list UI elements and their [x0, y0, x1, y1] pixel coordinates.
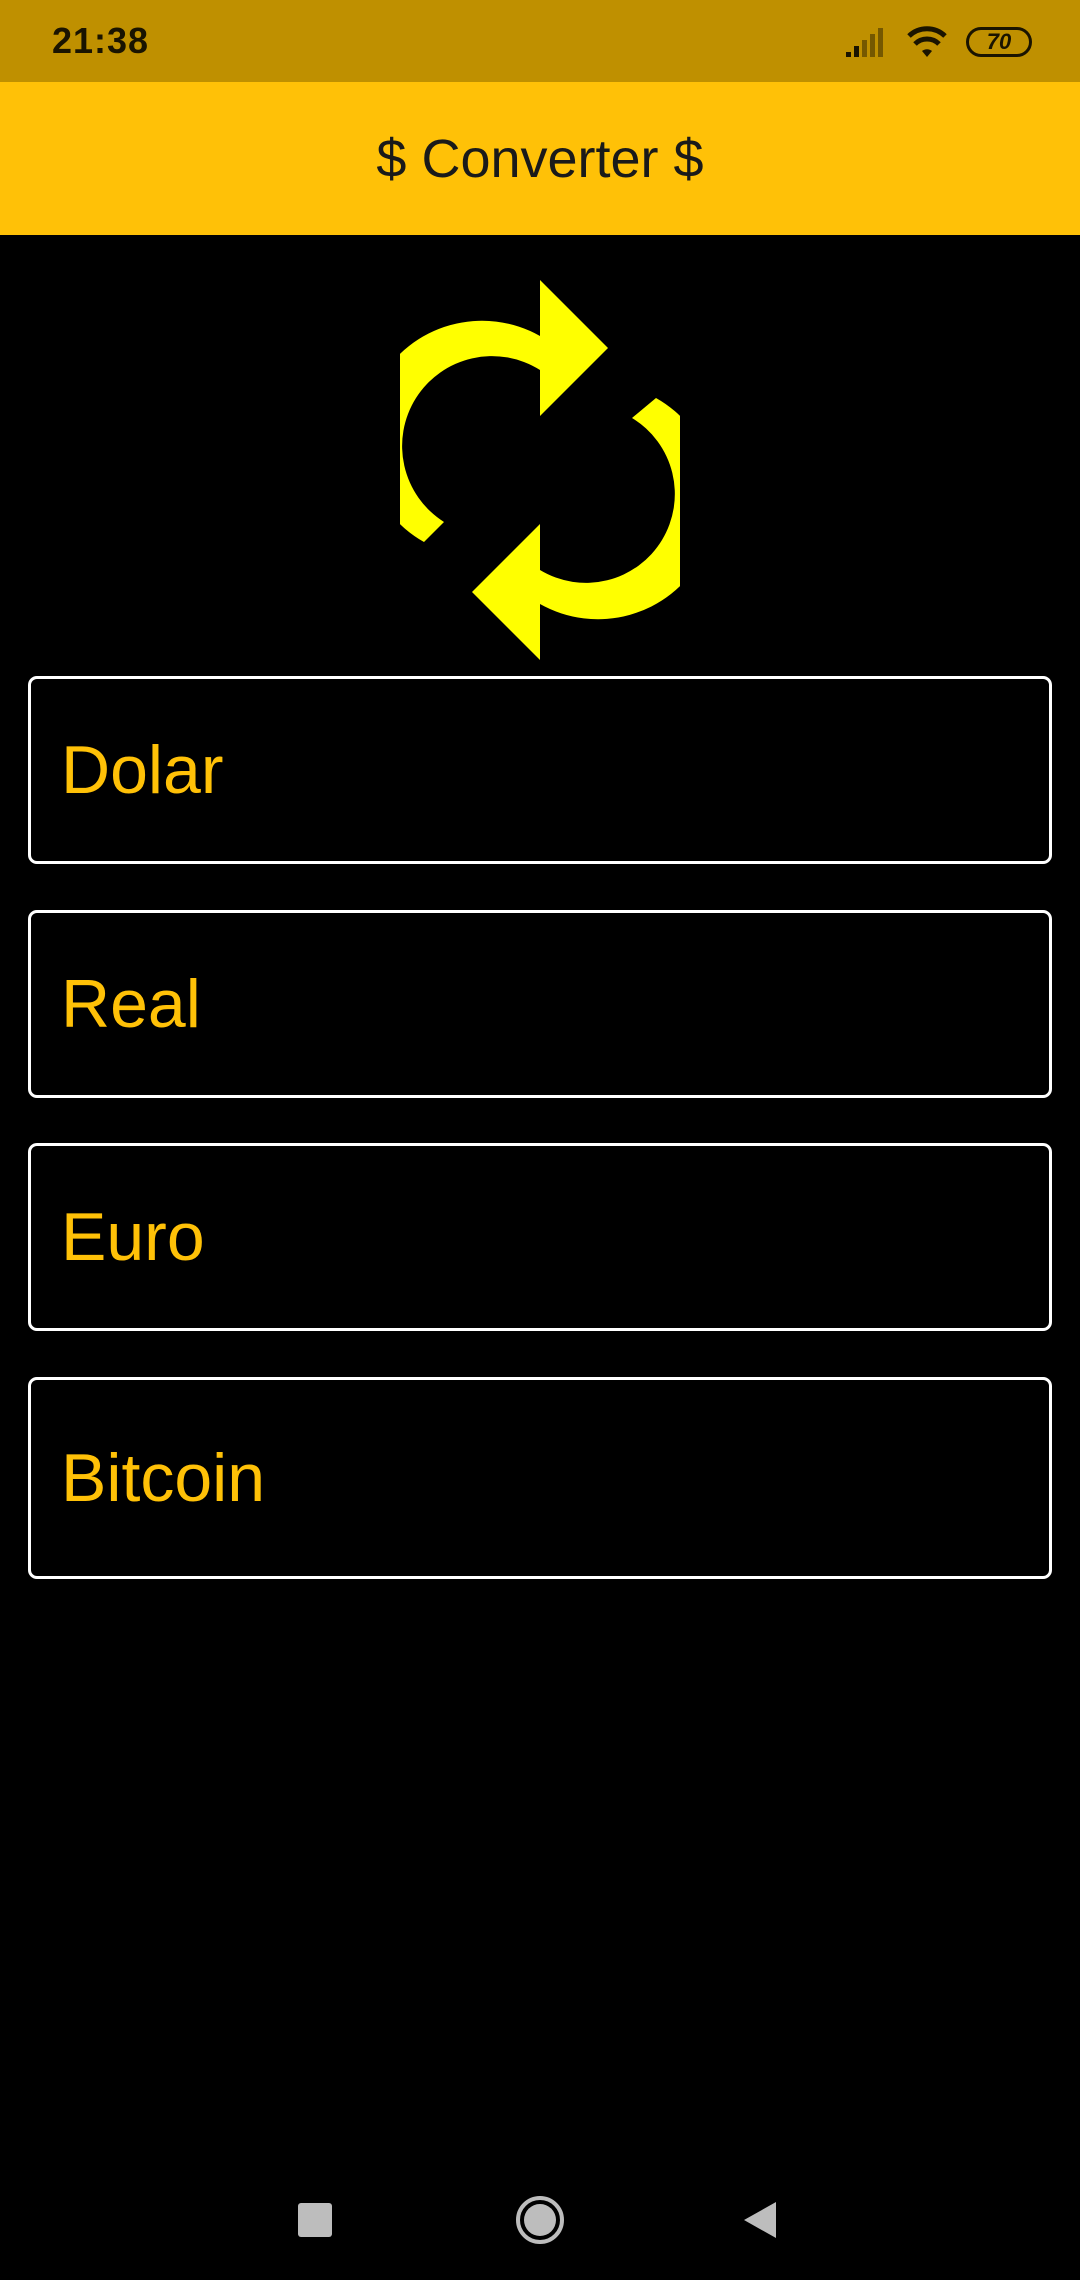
- wifi-icon: [907, 26, 947, 57]
- bitcoin-input[interactable]: Bitcoin: [28, 1377, 1052, 1579]
- recents-button[interactable]: [275, 2180, 355, 2260]
- app-title: $ Converter $: [376, 128, 704, 189]
- euro-label: Euro: [61, 1199, 205, 1275]
- dolar-label: Dolar: [61, 732, 224, 808]
- status-bar: 21:38 70: [0, 0, 1080, 82]
- refresh-arrows-icon: [400, 280, 680, 660]
- back-icon: [744, 2202, 776, 2238]
- battery-icon: 70: [966, 27, 1032, 57]
- bitcoin-label: Bitcoin: [61, 1440, 266, 1516]
- status-time: 21:38: [52, 20, 150, 61]
- home-button[interactable]: [500, 2180, 580, 2260]
- real-input[interactable]: Real: [28, 910, 1052, 1098]
- euro-input[interactable]: Euro: [28, 1143, 1052, 1331]
- dolar-input[interactable]: Dolar: [28, 676, 1052, 864]
- home-icon: [516, 2196, 564, 2244]
- real-label: Real: [61, 966, 201, 1042]
- back-button[interactable]: [720, 2180, 800, 2260]
- navigation-bar: [0, 2160, 1080, 2280]
- signal-icon: [846, 28, 883, 57]
- recents-icon: [298, 2203, 332, 2237]
- app-bar: $ Converter $: [0, 82, 1080, 235]
- status-icons: 70: [844, 22, 1032, 62]
